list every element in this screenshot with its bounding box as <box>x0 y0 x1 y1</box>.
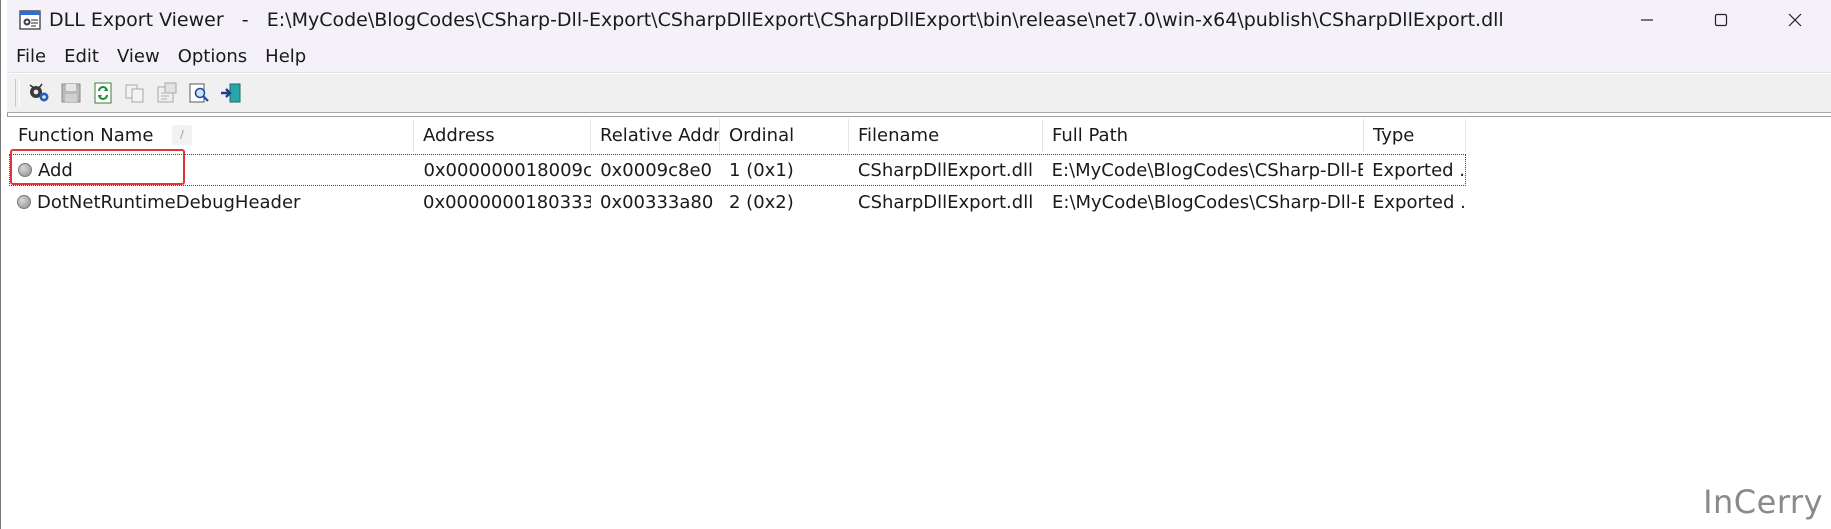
toolbar-grip <box>15 79 20 107</box>
menu-help[interactable]: Help <box>256 40 315 72</box>
save-icon <box>61 83 81 103</box>
table-row[interactable]: DotNetRuntimeDebugHeader 0x0000000180333… <box>9 186 1466 218</box>
app-icon <box>19 10 41 30</box>
toolbar <box>7 73 1831 113</box>
list-rows: Add 0x000000018009c8e0 0x0009c8e0 1 (0x1… <box>9 154 1466 218</box>
close-icon <box>1788 13 1802 27</box>
cell-filename: CSharpDllExport.dll <box>857 159 1034 181</box>
export-dot-icon <box>17 195 31 209</box>
annotation-highlight-box <box>10 149 185 185</box>
select-dll-icon <box>29 83 49 102</box>
find-button[interactable] <box>185 79 213 107</box>
properties-icon <box>157 82 177 103</box>
select-dll-button[interactable] <box>25 79 53 107</box>
column-relative-address[interactable]: Relative Addr... <box>591 119 720 152</box>
close-button[interactable] <box>1758 0 1831 40</box>
column-function-name[interactable]: Function Name ∕ <box>9 119 414 152</box>
maximize-icon <box>1714 13 1728 27</box>
cell-address: 0x0000000180333a80 <box>423 191 591 213</box>
save-button[interactable] <box>57 79 85 107</box>
dll-export-viewer-window: DLL Export Viewer - E:\MyCode\BlogCodes\… <box>0 0 1831 529</box>
sort-indicator-icon: ∕ <box>172 125 192 145</box>
find-icon <box>189 83 209 103</box>
minimize-button[interactable] <box>1610 0 1684 40</box>
cell-ordinal: 1 (0x1) <box>729 159 794 181</box>
title-bar[interactable]: DLL Export Viewer - E:\MyCode\BlogCodes\… <box>7 0 1831 40</box>
refresh-icon <box>94 82 112 104</box>
properties-button[interactable] <box>153 79 181 107</box>
copy-icon <box>125 84 144 103</box>
column-ordinal[interactable]: Ordinal <box>720 119 849 152</box>
window-controls <box>1610 0 1831 40</box>
cell-filename: CSharpDllExport.dll <box>858 191 1034 213</box>
column-type[interactable]: Type <box>1364 119 1466 152</box>
watermark: InCerry <box>1703 483 1823 521</box>
minimize-icon <box>1641 19 1653 21</box>
cell-function-name: DotNetRuntimeDebugHeader <box>9 192 414 213</box>
list-header: Function Name ∕ Address Relative Addr...… <box>9 119 1466 152</box>
cell-relative-address: 0x00333a80 <box>600 191 714 213</box>
exit-icon <box>221 83 241 103</box>
cell-type: Exported ... <box>1373 191 1466 213</box>
menu-view[interactable]: View <box>108 40 169 72</box>
cell-full-path: E:\MyCode\BlogCodes\CSharp-Dll-Exp... <box>1052 191 1364 213</box>
menu-options[interactable]: Options <box>169 40 256 72</box>
cell-relative-address: 0x0009c8e0 <box>600 159 712 181</box>
maximize-button[interactable] <box>1684 0 1758 40</box>
column-full-path[interactable]: Full Path <box>1043 119 1364 152</box>
cell-ordinal: 2 (0x2) <box>729 191 794 213</box>
cell-full-path: E:\MyCode\BlogCodes\CSharp-Dll-Exp... <box>1051 159 1364 181</box>
column-address[interactable]: Address <box>414 119 591 152</box>
column-filename[interactable]: Filename <box>849 119 1043 152</box>
exit-button[interactable] <box>217 79 245 107</box>
menu-bar: File Edit View Options Help <box>7 40 1831 73</box>
refresh-button[interactable] <box>89 79 117 107</box>
copy-button[interactable] <box>121 79 149 107</box>
exports-list[interactable]: Function Name ∕ Address Relative Addr...… <box>7 116 1831 529</box>
table-row[interactable]: Add 0x000000018009c8e0 0x0009c8e0 1 (0x1… <box>9 154 1466 186</box>
cell-address: 0x000000018009c8e0 <box>423 159 592 181</box>
menu-file[interactable]: File <box>7 40 55 72</box>
cell-type: Exported ... <box>1372 159 1465 181</box>
window-title: DLL Export Viewer - E:\MyCode\BlogCodes\… <box>49 9 1504 31</box>
menu-edit[interactable]: Edit <box>55 40 108 72</box>
